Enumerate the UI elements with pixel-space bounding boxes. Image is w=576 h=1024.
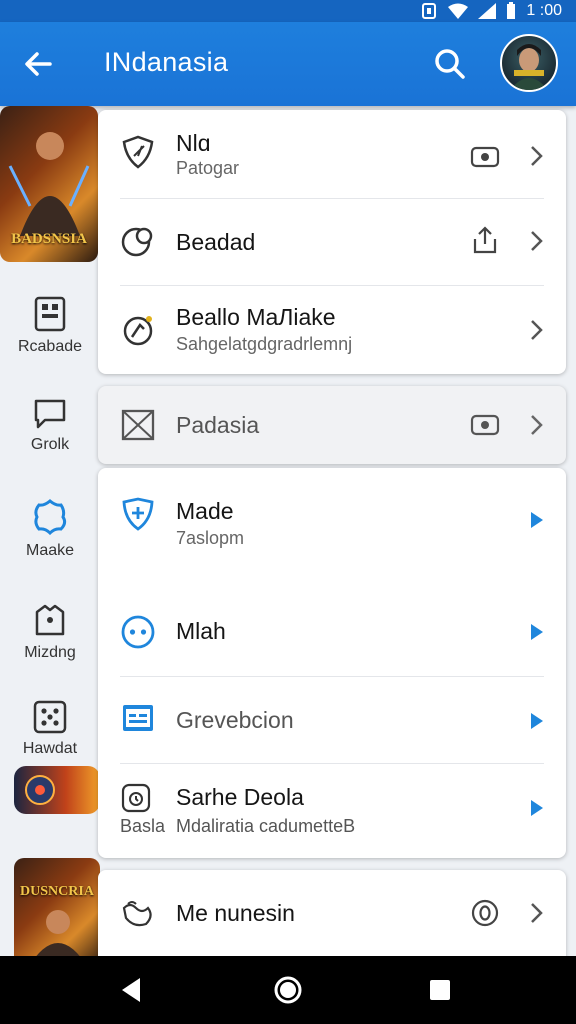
play-arrow-icon: [531, 713, 543, 729]
chevron-right-icon: [531, 231, 543, 251]
grid-icon: [34, 296, 66, 332]
dots-circle-icon: [121, 615, 155, 649]
row-subtitle-prefix: Basla: [120, 816, 166, 836]
settings-card-padasia[interactable]: Padasia: [98, 386, 566, 464]
play-arrow-icon: [531, 624, 543, 640]
game-title-top: BADSNSIA: [11, 231, 87, 247]
row-subtitle: Patogar: [176, 158, 240, 178]
list-item-grevebcion[interactable]: Grevebcion: [98, 677, 566, 763]
spark-gear-icon: [123, 316, 153, 346]
play-arrow-icon: [531, 800, 543, 816]
row-title: Beallo MaЛiake: [176, 304, 336, 330]
search-button[interactable]: [430, 44, 470, 84]
play-arrow-icon: [531, 512, 543, 528]
game-thumbnail-top[interactable]: BADSNSIA: [0, 106, 98, 262]
share-icon[interactable]: [470, 225, 500, 255]
settings-card-bottom: Me nunesin: [98, 870, 566, 962]
rail-label-grid: Rcabade: [17, 338, 83, 355]
status-bar: 1 :00: [0, 0, 576, 22]
app-bar: INdanasia: [0, 22, 576, 106]
back-button[interactable]: [20, 46, 56, 82]
chevron-right-icon: [531, 320, 543, 340]
shield-plus-icon: [122, 497, 154, 531]
rail-item-grid[interactable]: Rcabade: [0, 296, 100, 356]
rail-label-store: Mizdng: [24, 644, 76, 661]
rail-item-dice[interactable]: Hawdat: [0, 700, 100, 758]
game-thumbnail-middle[interactable]: [14, 766, 100, 814]
zero-circle-icon[interactable]: [470, 898, 500, 928]
toggle-card-icon[interactable]: [470, 142, 500, 172]
row-title: Mlah: [176, 618, 226, 644]
list-item-beallo[interactable]: Beallo MaЛiake Sahgelatgdgradrlemnj: [98, 286, 566, 374]
shield-slash-icon: [122, 135, 154, 169]
row-title: Sarhe Deola: [176, 784, 304, 810]
list-item-beadad[interactable]: Beadad: [98, 199, 566, 285]
rail-item-chat[interactable]: Grolk: [0, 398, 100, 454]
emblem-icon: [25, 775, 55, 805]
dice-icon: [33, 700, 67, 734]
game-title-bottom: DUSNCRIA: [20, 884, 94, 899]
chevron-right-icon: [531, 415, 543, 435]
toggle-card-icon[interactable]: [470, 410, 500, 440]
list-item-padasia[interactable]: Padasia: [98, 386, 566, 464]
battery-icon: [507, 2, 516, 19]
row-subtitle: 7aslopm: [176, 528, 245, 548]
hero-art-icon: [28, 910, 88, 968]
list-item-made[interactable]: Made 7aslopm: [98, 468, 566, 588]
arrow-left-icon: [25, 52, 52, 76]
wifi-icon: [448, 3, 469, 19]
row-title: Grevebcion: [176, 707, 294, 733]
sim-icon: [422, 3, 437, 19]
signal-icon: [478, 3, 497, 19]
game-thumbnail-bottom[interactable]: DUSNCRIA: [14, 858, 100, 968]
wave-hand-icon: [122, 901, 152, 927]
store-icon: [35, 604, 65, 636]
avatar[interactable]: [500, 34, 558, 92]
app-title: INdanasia: [104, 47, 229, 77]
row-title: Beadad: [176, 229, 256, 255]
left-rail: BADSNSIA Rcabade Grolk Maake Mizdng Hawd…: [0, 106, 100, 968]
nav-home-icon[interactable]: [272, 974, 304, 1006]
row-subtitle: Sahgelatgdgradrlemnj: [176, 334, 353, 354]
puzzle-icon: [34, 499, 67, 536]
clock-badge-icon: [121, 783, 151, 813]
chevron-right-icon: [531, 146, 543, 166]
rail-label-chat: Grolk: [30, 436, 70, 453]
rail-item-store[interactable]: Mizdng: [0, 602, 100, 662]
rail-label-puzzle: Maake: [25, 542, 75, 559]
rail-item-puzzle[interactable]: Maake: [0, 498, 100, 560]
settings-card-primary: Nlɑ Patogar Beadad Beallo MaЛiake Sahgel…: [98, 110, 566, 374]
settings-card-secondary: Made 7aslopm Mlah Grevebcion Sarhe Deola…: [98, 468, 566, 858]
row-title: Padasia: [176, 412, 260, 438]
nav-recents-icon[interactable]: [424, 974, 456, 1006]
list-item-me-nunesin[interactable]: Me nunesin: [98, 870, 566, 956]
list-item-mlah[interactable]: Mlah: [98, 588, 566, 676]
status-time: 1 :00: [526, 2, 562, 19]
moon-icon: [121, 227, 153, 257]
row-subtitle: Mdaliratia cadumetteB: [176, 816, 356, 836]
rail-label-dice: Hawdat: [22, 740, 78, 757]
row-title: Made: [176, 498, 234, 524]
window-icon: [123, 705, 153, 731]
chevron-right-icon: [531, 903, 543, 923]
mail-x-icon: [121, 409, 155, 441]
row-title: Nlɑ: [176, 130, 211, 156]
list-item-nla[interactable]: Nlɑ Patogar: [98, 110, 566, 198]
system-nav-bar: [0, 956, 576, 1024]
avatar-portrait-icon: [510, 44, 548, 90]
nav-back-icon[interactable]: [116, 974, 148, 1006]
row-title: Me nunesin: [176, 900, 295, 926]
chat-icon: [34, 399, 66, 429]
search-icon: [435, 49, 465, 79]
list-item-sarhe-deola[interactable]: Sarhe Deola Basla Mdaliratia cadumetteB: [98, 764, 566, 858]
